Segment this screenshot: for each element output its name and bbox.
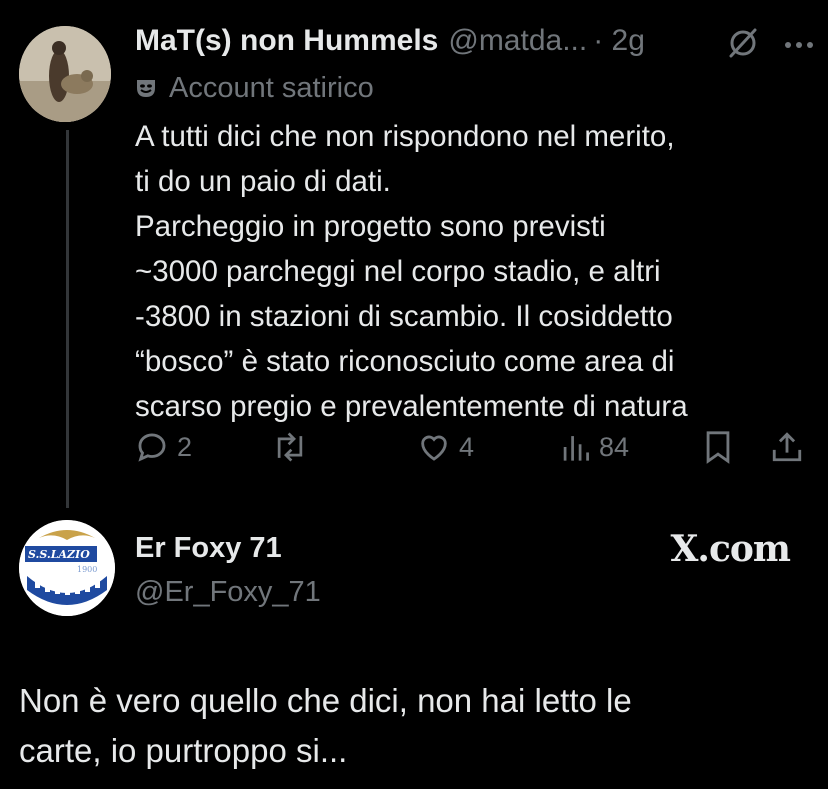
repost-icon [277,432,303,462]
author-name[interactable]: MaT(s) non Hummels [135,24,438,58]
tweet-header: MaT(s) non Hummels @matda... · 2g [135,20,814,62]
tweet-text: A tutti dici che non rispondono nel meri… [135,120,688,423]
quote-author-avatar[interactable]: S.S.LAZIO 1900 [19,520,115,616]
author-avatar[interactable] [19,26,111,122]
thread-connector-line [66,130,69,508]
tweet-actions: 2 4 84 [135,424,815,470]
views-icon [563,436,589,461]
grok-slash-icon[interactable] [726,26,760,65]
satire-label: Account satirico [135,68,814,108]
quote-author-name[interactable]: Er Foxy 71 [135,528,321,568]
avatar-club-year: 1900 [77,565,97,574]
more-icon[interactable] [784,37,814,55]
bookmark-button[interactable] [703,424,733,470]
share-button[interactable] [771,424,803,470]
author-handle[interactable]: @matda... [448,24,587,58]
views-count: 84 [599,431,630,462]
reply-icon [138,433,166,462]
quote-text: Non è vero quello che dici, non hai lett… [19,682,632,769]
reply-count: 2 [177,431,193,462]
like-count: 4 [459,431,475,462]
bookmark-icon [706,431,730,464]
satire-mask-icon [137,80,155,97]
reply-button[interactable]: 2 [135,424,192,470]
tweet-timestamp[interactable]: · 2g [593,24,645,58]
like-icon [421,435,447,461]
quote-author-handle[interactable]: @Er_Foxy_71 [135,572,321,612]
avatar-club-name: S.S.LAZIO [28,548,90,561]
views-button[interactable]: 84 [561,424,629,470]
share-icon [772,432,802,462]
x-com-logo: X.com [670,528,791,570]
tweet[interactable]: MaT(s) non Hummels @matda... · 2g Accoun… [135,20,814,429]
repost-button[interactable] [271,424,317,470]
satire-label-text: Account satirico [169,71,374,104]
like-button[interactable]: 4 [417,424,474,470]
quote-author: Er Foxy 71 @Er_Foxy_71 [135,528,321,612]
